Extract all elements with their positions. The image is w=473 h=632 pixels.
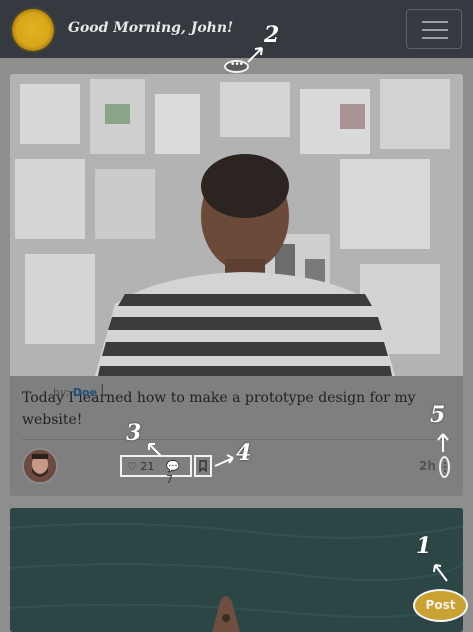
annotation-number: 5 (430, 402, 446, 428)
author-avatar[interactable] (22, 448, 58, 484)
greeting-text: Good Morning, John! (68, 20, 234, 36)
post-button[interactable]: Post (413, 589, 468, 622)
bookmark-icon (199, 460, 207, 473)
hamburger-icon-bar (422, 21, 448, 23)
dot (444, 462, 446, 464)
comment-button[interactable]: 💬 7 (166, 460, 190, 486)
bookmark-button[interactable] (194, 455, 212, 477)
post-time: 2h (419, 459, 436, 473)
annotation-number: 1 (416, 533, 432, 559)
hamburger-icon-bar (422, 29, 448, 31)
annotation-number: 4 (236, 440, 252, 466)
post-card: Today I learned how to make a prototype … (10, 74, 463, 496)
annotation-number: 3 (126, 420, 142, 446)
annotation-number: 2 (264, 22, 280, 48)
post-photo-illustration (10, 508, 463, 632)
author-link[interactable]: Doe (73, 386, 97, 399)
avatar-photo (24, 450, 56, 482)
like-count: 21 (140, 460, 155, 473)
app-logo[interactable] (12, 9, 54, 51)
hamburger-icon-bar (422, 37, 448, 39)
top-navbar: Good Morning, John! (0, 0, 473, 58)
comment-count: 7 (166, 473, 173, 486)
arrow-icon (437, 433, 449, 452)
dot (444, 470, 446, 472)
comment-icon: 💬 (166, 460, 180, 473)
post-image[interactable] (10, 74, 463, 376)
separator: | (100, 383, 105, 399)
like-button[interactable]: ♡ 21 (127, 460, 154, 473)
heart-icon: ♡ (127, 460, 137, 473)
post-photo-illustration (10, 74, 463, 376)
more-options-button[interactable] (439, 456, 450, 478)
arrow-icon (148, 443, 162, 457)
hamburger-menu-button[interactable] (406, 9, 462, 49)
by-label: by: (53, 386, 70, 399)
arrow-icon (433, 564, 448, 582)
byline: by: Doe (53, 386, 97, 399)
post-card (10, 508, 463, 632)
arrow-icon (214, 454, 234, 467)
dot (444, 466, 446, 468)
